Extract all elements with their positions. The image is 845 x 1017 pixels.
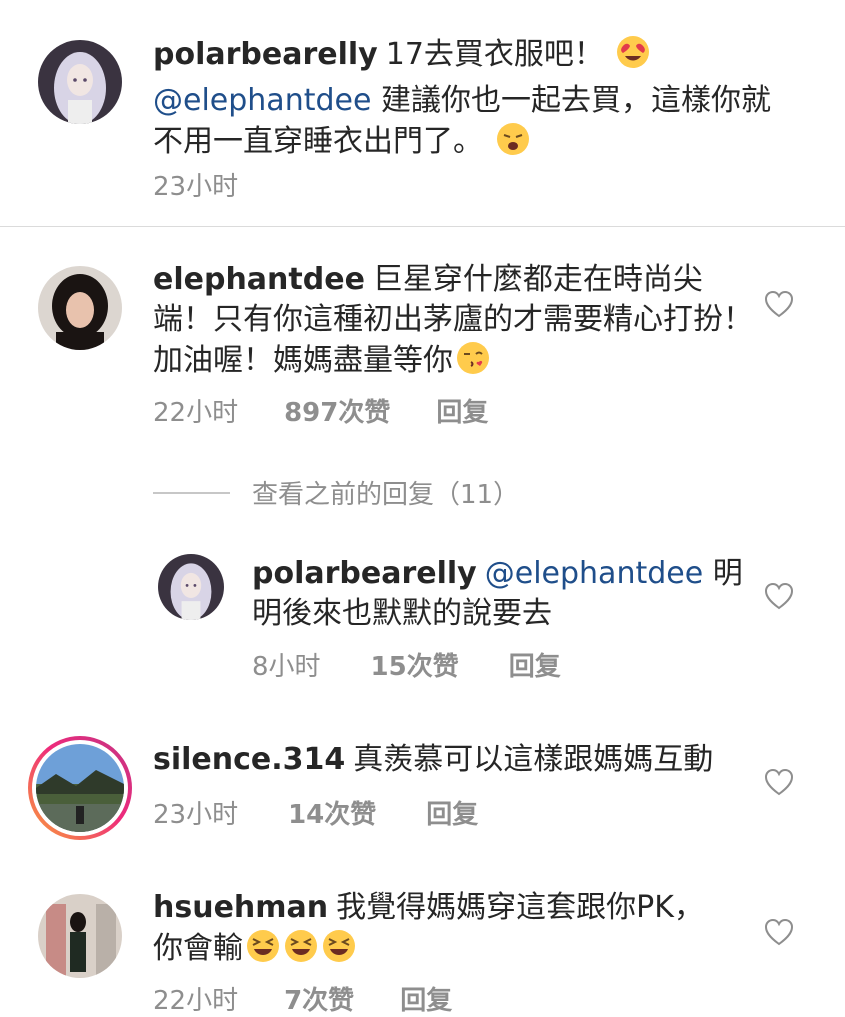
timestamp: 22小时 [153,398,239,428]
mention-link[interactable]: @elephantdee [485,556,703,591]
comment-meta: 22小时 7次赞 回复 [153,980,452,1017]
heart-outline-icon[interactable] [764,768,794,796]
heart-outline-icon[interactable] [764,290,794,318]
avatar-elephantdee[interactable] [38,266,122,350]
comment-text: polarbearelly 17去買衣服吧！ @elephantdee 建議你也一… [153,34,793,168]
avatar-polarbearelly[interactable] [38,40,122,124]
username[interactable]: hsuehman [153,890,328,925]
heart-outline-icon[interactable] [764,582,794,610]
kissing-heart-emoji-icon [455,340,491,387]
view-previous-replies-button[interactable]: 查看之前的回复（11） [153,474,519,511]
heart-outline-icon[interactable] [764,918,794,946]
heart-eyes-emoji-icon [615,34,651,81]
likes-count[interactable]: 7次赞 [284,980,354,1017]
username[interactable]: polarbearelly [153,37,378,72]
username[interactable]: polarbearelly [252,556,477,591]
likes-count[interactable]: 897次赞 [284,392,390,429]
avatar-hsuehman[interactable] [38,894,122,978]
laughing-emoji-icon [245,928,281,975]
reply-meta: 8小时 15次赞 回复 [252,646,561,683]
timestamp: 23小时 [153,172,239,202]
divider [0,226,845,227]
username[interactable]: silence.314 [153,742,345,777]
comment-meta: 22小时 897次赞 回复 [153,392,488,429]
view-previous-replies-label: 查看之前的回复（11） [252,480,520,510]
reply-button[interactable]: 回复 [436,392,488,429]
comment-body: 17去買衣服吧！ [385,37,604,72]
timestamp: 8小时 [252,652,321,682]
likes-count[interactable]: 15次赞 [371,646,459,683]
laughing-emoji-icon [321,928,357,975]
reply-button[interactable]: 回复 [509,646,561,683]
tired-face-emoji-icon [495,121,531,168]
story-ring-inner [32,740,128,836]
comment-text: silence.314 真羨慕可以這樣跟媽媽互動 [153,740,753,780]
timestamp: 22小时 [153,986,239,1016]
timestamp: 23小时 [153,800,239,830]
comment-meta: 23小时 14次赞 回复 [153,794,478,831]
avatar-polarbearelly-reply[interactable] [158,554,224,620]
likes-count[interactable]: 14次赞 [288,794,376,831]
reply-button[interactable]: 回复 [400,980,452,1017]
comment-body: 真羨慕可以這樣跟媽媽互動 [353,742,714,777]
comment-text: elephantdee 巨星穿什麼都走在時尚尖端！只有你這種初出茅廬的才需要精心打… [153,260,753,387]
reply-button[interactable]: 回复 [426,794,478,831]
comment-text: hsuehman 我覺得媽媽穿這套跟你PK，你會輸 [153,888,733,975]
username[interactable]: elephantdee [153,262,365,297]
reply-text: polarbearelly @elephantdee 明明後來也默默的說要去 [252,554,752,634]
comment-meta: 23小时 [153,166,238,203]
mention-link[interactable]: @elephantdee [153,83,371,118]
reply-thread-line [153,491,230,494]
avatar-silence-314 [36,744,124,832]
story-ring[interactable] [28,736,132,840]
laughing-emoji-icon [283,928,319,975]
